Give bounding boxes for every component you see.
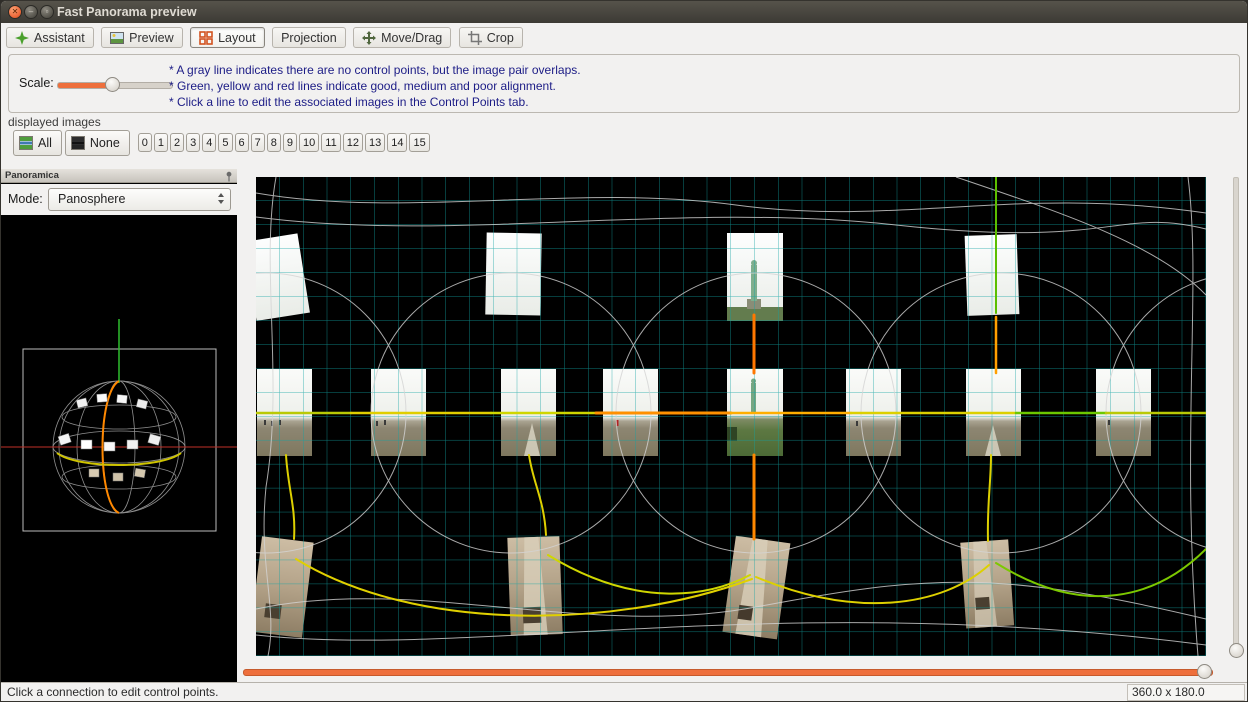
image-toggle-11[interactable]: 11 [321,133,340,152]
tab-preview[interactable]: Preview [101,27,182,48]
displayed-images-group: displayed images All None 0 1 2 3 4 5 6 … [8,115,1240,165]
image-toggle-13[interactable]: 13 [365,133,385,152]
image-toggle-4[interactable]: 4 [202,133,216,152]
layout-info-panel: Scale: * A gray line indicates there are… [8,54,1240,113]
legend-note-colors: * Green, yellow and red lines indicate g… [169,78,581,94]
minimize-icon[interactable] [24,5,38,19]
image-toggle-10[interactable]: 10 [299,133,319,152]
image-toggle-1[interactable]: 1 [154,133,168,152]
mode-row: Mode: Panosphere [1,184,237,216]
close-icon[interactable] [8,5,22,19]
mode-combobox[interactable]: Panosphere [48,188,231,211]
legend-note-click: * Click a line to edit the associated im… [169,94,581,110]
tab-move-drag[interactable]: Move/Drag [353,27,451,48]
panel-title: Panoramica [5,170,59,181]
show-all-button[interactable]: All [13,130,62,156]
image-number-buttons: 0 1 2 3 4 5 6 7 8 9 10 11 12 13 14 15 [138,133,430,152]
layout-icon [199,31,213,45]
legend-notes: * A gray line indicates there are no con… [169,62,581,110]
maximize-icon[interactable] [40,5,54,19]
none-images-icon [71,136,85,150]
tab-label: Projection [281,31,337,45]
none-label: None [90,136,120,150]
mode-value: Panosphere [58,189,125,210]
mode-label: Mode: [8,184,43,215]
tab-label: Preview [129,31,173,45]
pin-icon[interactable] [224,171,234,182]
panel-header[interactable]: Panoramica [1,169,237,183]
status-message: Click a connection to edit control point… [7,683,218,701]
layout-canvas-zone [237,169,1247,682]
move-drag-icon [362,31,376,45]
tab-crop[interactable]: Crop [459,27,523,48]
all-images-icon [19,136,33,150]
chevron-up-down-icon [218,193,224,204]
all-label: All [38,136,52,150]
app-window: Fast Panorama preview Assistant Preview … [0,0,1248,702]
image-toggle-7[interactable]: 7 [251,133,265,152]
image-toggle-0[interactable]: 0 [138,133,152,152]
scale-slider[interactable] [57,82,173,89]
panosphere-panel: Panoramica Mode: Panosphere [1,169,237,682]
titlebar[interactable]: Fast Panorama preview [1,1,1247,23]
pitch-slider-track[interactable] [1233,177,1239,657]
yaw-slider-handle[interactable] [1197,664,1212,679]
image-toggle-5[interactable]: 5 [218,133,232,152]
tab-label: Assistant [34,31,85,45]
image-toggle-15[interactable]: 15 [409,133,429,152]
field-of-view-value: 360.0 x 180.0 [1127,684,1245,701]
crop-icon [468,31,482,45]
tab-label: Crop [487,31,514,45]
tab-bar: Assistant Preview Layout Projection Move… [1,23,1247,52]
scale-label: Scale: [19,76,54,90]
image-toggle-2[interactable]: 2 [170,133,184,152]
layout-graph [256,177,1206,656]
displayed-images-buttons: All None 0 1 2 3 4 5 6 7 8 9 10 11 12 13 [13,130,430,156]
legend-note-gray: * A gray line indicates there are no con… [169,62,581,78]
tab-layout[interactable]: Layout [190,27,265,48]
scale-slider-handle[interactable] [105,77,120,92]
image-toggle-9[interactable]: 9 [283,133,297,152]
displayed-images-label: displayed images [8,115,101,129]
yaw-slider[interactable] [243,669,1213,676]
status-bar: Click a connection to edit control point… [1,682,1247,701]
image-toggle-8[interactable]: 8 [267,133,281,152]
pitch-slider-handle[interactable] [1229,643,1244,658]
assistant-icon [15,31,29,45]
show-none-button[interactable]: None [65,130,130,156]
tab-label: Move/Drag [381,31,442,45]
image-toggle-14[interactable]: 14 [387,133,407,152]
tab-assistant[interactable]: Assistant [6,27,94,48]
tab-label: Layout [218,31,256,45]
preview-icon [110,31,124,45]
tab-projection[interactable]: Projection [272,27,346,48]
panosphere-3d-view[interactable] [1,215,237,682]
window-title: Fast Panorama preview [57,1,197,23]
image-toggle-6[interactable]: 6 [235,133,249,152]
layout-canvas[interactable] [256,177,1206,656]
panosphere-wireframe [1,215,237,682]
image-toggle-3[interactable]: 3 [186,133,200,152]
image-toggle-12[interactable]: 12 [343,133,363,152]
